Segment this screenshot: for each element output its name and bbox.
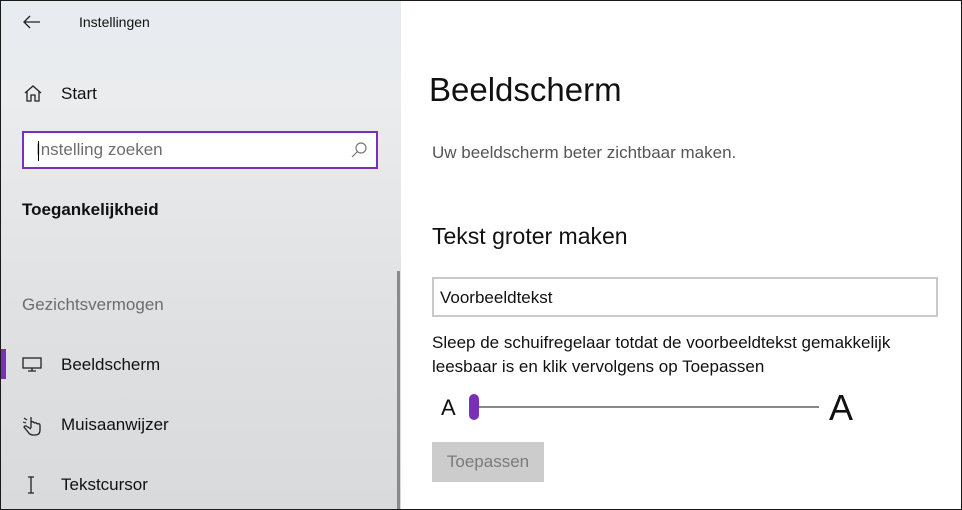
sidebar-item-mouse-pointer[interactable]: Muisaanwijzer	[1, 404, 397, 444]
mouse-pointer-icon	[22, 417, 41, 436]
sidebar-scrollbar[interactable]	[397, 271, 400, 509]
text-cursor-icon	[28, 476, 34, 494]
sidebar-item-start[interactable]: Start	[1, 73, 401, 113]
preview-text: Voorbeeldtekst	[440, 288, 553, 307]
group-heading: Gezichtsvermogen	[22, 295, 164, 314]
section-heading: Toegankelijkheid	[22, 200, 159, 219]
page-title: Beeldscherm	[429, 71, 622, 108]
slider-instruction: Sleep de schuifregelaar totdat de voorbe…	[432, 333, 891, 376]
text-size-slider-thumb[interactable]	[469, 394, 479, 420]
sidebar-item-label: Beeldscherm	[61, 355, 161, 374]
search-input[interactable]	[36, 139, 336, 161]
page-description: Uw beeldscherm beter zichtbaar maken.	[432, 143, 737, 162]
text-size-slider-track[interactable]	[475, 406, 819, 408]
sidebar-item-start-label: Start	[61, 84, 97, 103]
text-caret	[38, 141, 39, 161]
search-icon[interactable]	[350, 141, 368, 159]
sidebar-item-text-cursor[interactable]: Tekstcursor	[1, 464, 397, 504]
selection-indicator	[1, 349, 6, 379]
text-size-heading: Tekst groter maken	[432, 223, 628, 249]
main-content: Beeldscherm Uw beeldscherm beter zichtba…	[401, 1, 961, 509]
sidebar-item-label: Muisaanwijzer	[61, 415, 169, 434]
display-icon	[22, 357, 42, 372]
sidebar: Instellingen Start Toegankelijkheid Gezi…	[1, 1, 401, 509]
back-button[interactable]	[15, 7, 49, 37]
home-icon	[24, 85, 42, 102]
apply-button[interactable]: Toepassen	[432, 442, 544, 482]
sidebar-item-label: Tekstcursor	[61, 475, 148, 494]
slider-min-label: A	[441, 395, 456, 420]
preview-text-box: Voorbeeldtekst	[432, 277, 938, 317]
search-box[interactable]	[22, 131, 378, 169]
slider-max-label: A	[829, 387, 854, 428]
settings-window: Instellingen Start Toegankelijkheid Gezi…	[0, 0, 962, 510]
sidebar-item-display[interactable]: Beeldscherm	[1, 344, 397, 384]
app-title: Instellingen	[79, 14, 150, 30]
back-arrow-icon	[23, 15, 40, 29]
